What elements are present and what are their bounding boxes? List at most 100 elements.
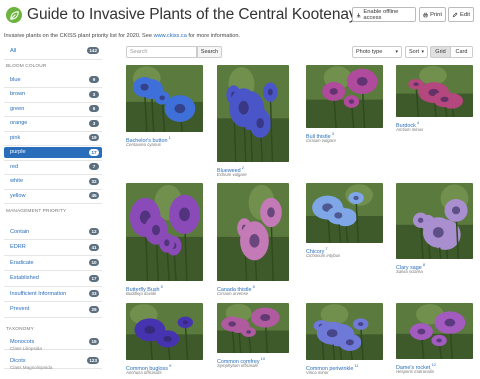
sidebar-item-all[interactable]: All 142 xyxy=(4,45,102,56)
sidebar-item-label: Monocots xyxy=(10,338,35,345)
plant-photo[interactable] xyxy=(126,65,203,132)
divider xyxy=(4,285,102,287)
plant-number: 8 xyxy=(421,262,426,267)
plant-number: 10 xyxy=(259,356,266,361)
search-button[interactable]: Search xyxy=(197,46,222,58)
sidebar-item-yellow[interactable]: yellow 45 xyxy=(4,190,102,201)
divider xyxy=(4,203,102,204)
leaf-icon xyxy=(9,10,19,20)
sidebar-item-blue[interactable]: blue 9 xyxy=(4,74,102,85)
sidebar-item-label: Prevent xyxy=(10,306,30,312)
section-heading-taxonomy: TAXONOMY xyxy=(6,327,34,332)
print-label: Print xyxy=(430,11,442,18)
plant-photo[interactable] xyxy=(126,303,203,360)
enable-offline-button[interactable]: Enable offline access xyxy=(352,7,416,22)
plant-number: 2 xyxy=(240,165,245,170)
count-badge: 12 xyxy=(89,228,99,235)
plant-photo[interactable] xyxy=(396,65,473,117)
sidebar-item-purple[interactable]: purple 17 xyxy=(4,146,102,158)
print-button[interactable]: Print xyxy=(419,7,446,22)
sidebar-item-label: purple xyxy=(10,149,26,155)
count-badge: 17 xyxy=(89,148,99,156)
plant-scientific-name: Echium vulgare xyxy=(217,172,247,177)
count-badge: 142 xyxy=(87,47,99,54)
sidebar-item-orange[interactable]: orange 3 xyxy=(4,118,102,129)
sidebar-item-label: pink xyxy=(10,134,21,141)
edit-label: Edit xyxy=(460,11,470,18)
print-icon xyxy=(423,12,428,17)
plant-photo[interactable] xyxy=(306,303,383,360)
sidebar-item-eradicate[interactable]: Eradicate 10 xyxy=(4,257,102,268)
count-badge: 9 xyxy=(89,76,99,83)
sidebar-item-label: blue xyxy=(10,76,21,83)
plant-photo[interactable] xyxy=(217,183,289,281)
count-badge: 33 xyxy=(89,290,99,297)
count-badge: 17 xyxy=(89,274,99,282)
sidebar-item-pink[interactable]: pink 19 xyxy=(4,132,102,143)
taxonomy-class-label: Class Liliopsida xyxy=(10,346,42,351)
count-badge: 29 xyxy=(89,305,99,313)
plant-number: 11 xyxy=(353,363,359,368)
photo-type-select[interactable]: Photo type ▾ xyxy=(352,46,402,58)
plant-photo[interactable] xyxy=(396,303,473,359)
ckiss-link[interactable]: www.ckiss.ca xyxy=(154,33,187,39)
divider xyxy=(4,145,102,146)
sidebar-item-label: All xyxy=(10,47,17,54)
plant-photo[interactable] xyxy=(126,183,203,281)
sidebar-item-label: yellow xyxy=(10,192,26,199)
plant-scientific-name: Salvia sclarea xyxy=(396,269,423,274)
sort-label: Sort xyxy=(409,49,420,55)
grid-view-button[interactable]: Grid xyxy=(430,46,451,58)
section-heading-bloom-colour: BLOOM COLOUR xyxy=(6,64,47,69)
plant-photo[interactable] xyxy=(306,65,383,128)
plant-scientific-name: Arctium minus xyxy=(396,127,424,132)
plant-number: 7 xyxy=(324,246,328,251)
divider xyxy=(4,316,102,318)
count-badge: 123 xyxy=(87,357,99,364)
enable-offline-label: Enable offline access xyxy=(363,8,399,21)
app-logo xyxy=(6,7,22,23)
divider xyxy=(4,254,102,256)
count-badge: 3 xyxy=(89,90,99,98)
sidebar-item-label: orange xyxy=(10,120,28,126)
count-badge: 3 xyxy=(89,119,99,127)
card-view-button[interactable]: Card xyxy=(451,46,473,58)
intro-text: Invasive plants on the CKISS plant prior… xyxy=(4,33,240,39)
plant-number: 9 xyxy=(167,363,172,368)
sidebar-item-contain[interactable]: Contain 12 xyxy=(4,226,102,237)
plant-scientific-name: Symphytum officinale xyxy=(217,363,258,368)
plant-photo[interactable] xyxy=(396,183,473,259)
sidebar-item-brown[interactable]: brown 3 xyxy=(4,89,102,100)
sidebar-item-white[interactable]: white 32 xyxy=(4,176,102,187)
sidebar-item-label: Eradicate xyxy=(10,259,34,266)
plant-number: 5 xyxy=(159,284,163,289)
plant-photo[interactable] xyxy=(217,303,289,353)
plant-number: 6 xyxy=(251,284,255,289)
sidebar-item-green[interactable]: green 6 xyxy=(4,103,102,114)
chevron-down-icon: ▾ xyxy=(421,49,424,55)
divider xyxy=(4,270,102,271)
plant-scientific-name: Cirsium vulgare xyxy=(306,138,336,143)
sidebar-item-label: Established xyxy=(10,275,39,281)
count-badge: 41 xyxy=(89,243,99,251)
plant-number: 4 xyxy=(415,120,420,125)
plant-number: 12 xyxy=(430,362,436,367)
sidebar-item-established[interactable]: Established 17 xyxy=(4,273,102,284)
sidebar-item-red[interactable]: red 7 xyxy=(4,161,102,172)
search-input[interactable]: Search xyxy=(126,46,197,58)
sort-select[interactable]: Sort ▾ xyxy=(405,46,428,58)
photo-type-label: Photo type xyxy=(356,49,383,55)
count-badge: 7 xyxy=(89,163,99,170)
sidebar-item-prevent[interactable]: Prevent 29 xyxy=(4,304,102,315)
sidebar-item-insufficient-information[interactable]: Insufficient Information 33 xyxy=(4,288,102,299)
sidebar-item-edrr[interactable]: EDRR 41 xyxy=(4,242,102,253)
edit-button[interactable]: Edit xyxy=(448,7,474,22)
plant-photo[interactable] xyxy=(306,183,383,243)
divider xyxy=(4,239,102,240)
plant-scientific-name: Anchusa officinalis xyxy=(126,370,162,375)
count-badge: 45 xyxy=(89,192,99,199)
plant-photo[interactable] xyxy=(217,65,289,162)
download-icon xyxy=(356,12,361,17)
count-badge: 10 xyxy=(89,259,99,266)
section-heading-management: MANAGEMENT PRIORITY xyxy=(6,209,67,214)
